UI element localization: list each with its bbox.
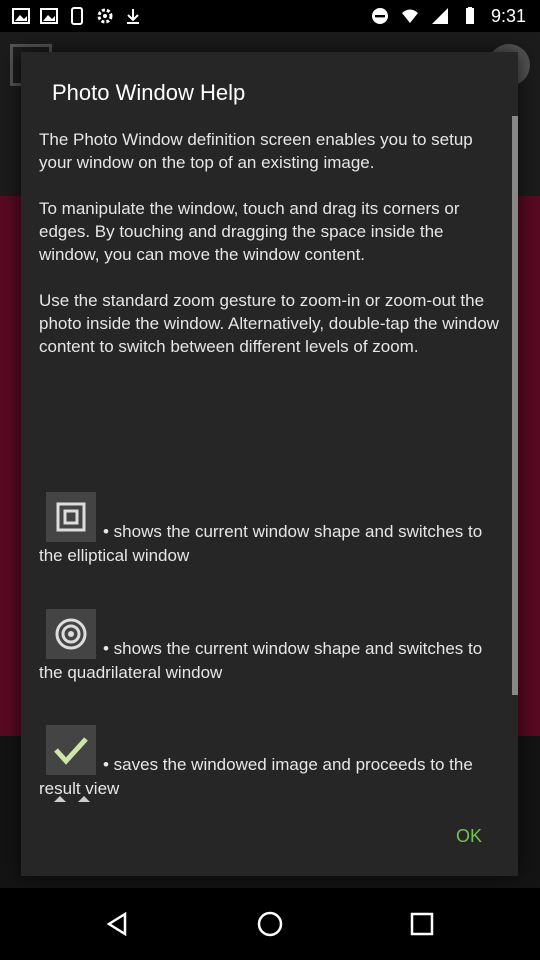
home-icon[interactable] [250, 904, 290, 944]
chevron-up-icon [54, 796, 90, 802]
help-paragraph: To manipulate the window, touch and drag… [39, 199, 460, 264]
phone-icon [71, 7, 83, 25]
help-paragraph: Use the standard zoom gesture to zoom-in… [39, 291, 499, 356]
back-icon[interactable] [98, 904, 138, 944]
download-icon [127, 9, 139, 24]
status-time: 9:31 [490, 5, 526, 26]
dialog-title: Photo Window Help [52, 80, 246, 105]
dnd-icon [371, 8, 388, 24]
wifi-icon [401, 9, 418, 23]
status-bar: 9:31 [0, 0, 540, 32]
help-content[interactable]: The Photo Window definition screen enabl… [39, 128, 499, 798]
help-item-text: • shows the current window shape and swi… [39, 639, 483, 682]
image-icon [12, 8, 30, 24]
help-dialog: Photo Window Help The Photo Window defin… [21, 52, 518, 876]
image-icon [40, 8, 58, 24]
navigation-bar [0, 888, 540, 960]
battery-icon [465, 7, 474, 24]
scrollbar[interactable] [512, 116, 518, 695]
ok-button[interactable]: OK [441, 826, 497, 852]
help-item-text: • shows the current window shape and swi… [39, 522, 483, 565]
signal-icon [431, 8, 448, 24]
help-paragraph: The Photo Window definition screen enabl… [39, 130, 473, 172]
gear-icon [97, 8, 113, 24]
recents-icon[interactable] [402, 904, 442, 944]
